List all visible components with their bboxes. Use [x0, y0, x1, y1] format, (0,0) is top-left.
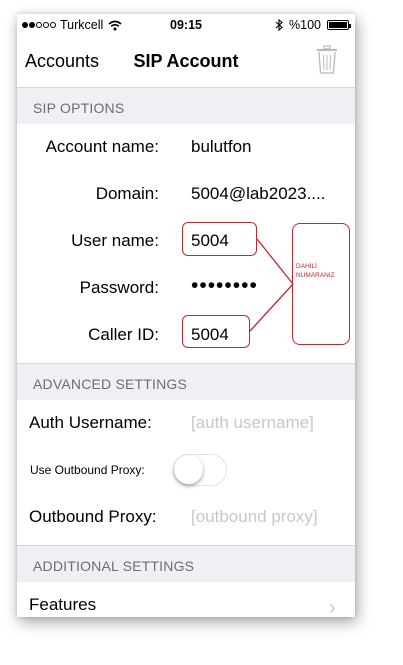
advanced-settings-header: ADVANCED SETTINGS: [17, 363, 355, 401]
features-row[interactable]: Features ›: [17, 582, 355, 617]
domain-row[interactable]: Domain: 5004@lab2023....: [17, 171, 355, 218]
username-highlight-box: [182, 222, 257, 256]
battery-percent: %100: [289, 18, 321, 32]
account-name-label: Account name:: [45, 137, 159, 156]
page-title: SIP Account: [133, 51, 239, 71]
trash-icon[interactable]: [316, 45, 338, 75]
caller-id-label: Caller ID:: [88, 325, 159, 344]
password-field[interactable]: ••••••••: [191, 274, 258, 298]
use-outbound-proxy-label: Use Outbound Proxy:: [30, 463, 145, 477]
annotation-note-text: DAHİLİ NUMARANIZ: [296, 262, 348, 280]
status-bar: Turkcell 09:15 %100: [17, 14, 355, 36]
features-label: Features: [29, 595, 97, 614]
outbound-proxy-toggle[interactable]: [173, 454, 227, 486]
auth-username-field[interactable]: [auth username]: [191, 413, 314, 433]
phone-screen: Turkcell 09:15 %100 Accounts SIP Account: [17, 14, 355, 617]
auth-username-row[interactable]: Auth Username: [auth username]: [17, 400, 355, 447]
status-right: %100: [275, 18, 351, 32]
chevron-right-icon: ›: [329, 597, 336, 617]
callerid-highlight-box: [182, 315, 250, 348]
account-name-row[interactable]: Account name: bulutfon: [17, 124, 355, 171]
outbound-proxy-field[interactable]: [outbound proxy]: [191, 507, 318, 527]
auth-username-label: Auth Username:: [29, 413, 152, 432]
domain-label: Domain:: [95, 184, 159, 203]
additional-settings-header: ADDITIONAL SETTINGS: [17, 545, 355, 583]
outbound-proxy-row[interactable]: Outbound Proxy: [outbound proxy]: [17, 494, 355, 541]
battery-icon: [327, 20, 351, 30]
annotation-note-box: [292, 223, 350, 345]
use-outbound-proxy-row: Use Outbound Proxy:: [17, 447, 355, 494]
account-name-field[interactable]: bulutfon: [191, 137, 252, 157]
annotation-line-1: DAHİLİ: [296, 263, 317, 270]
domain-field[interactable]: 5004@lab2023....: [191, 184, 325, 204]
navigation-bar: Accounts SIP Account: [17, 36, 355, 84]
bluetooth-icon: [275, 19, 283, 31]
outbound-proxy-label: Outbound Proxy:: [29, 507, 157, 526]
sip-options-header: SIP OPTIONS: [17, 87, 355, 125]
username-label: User name:: [71, 231, 159, 250]
annotation-line-2: NUMARANIZ: [296, 272, 335, 279]
toggle-knob: [174, 455, 203, 484]
password-label: Password:: [79, 278, 159, 297]
